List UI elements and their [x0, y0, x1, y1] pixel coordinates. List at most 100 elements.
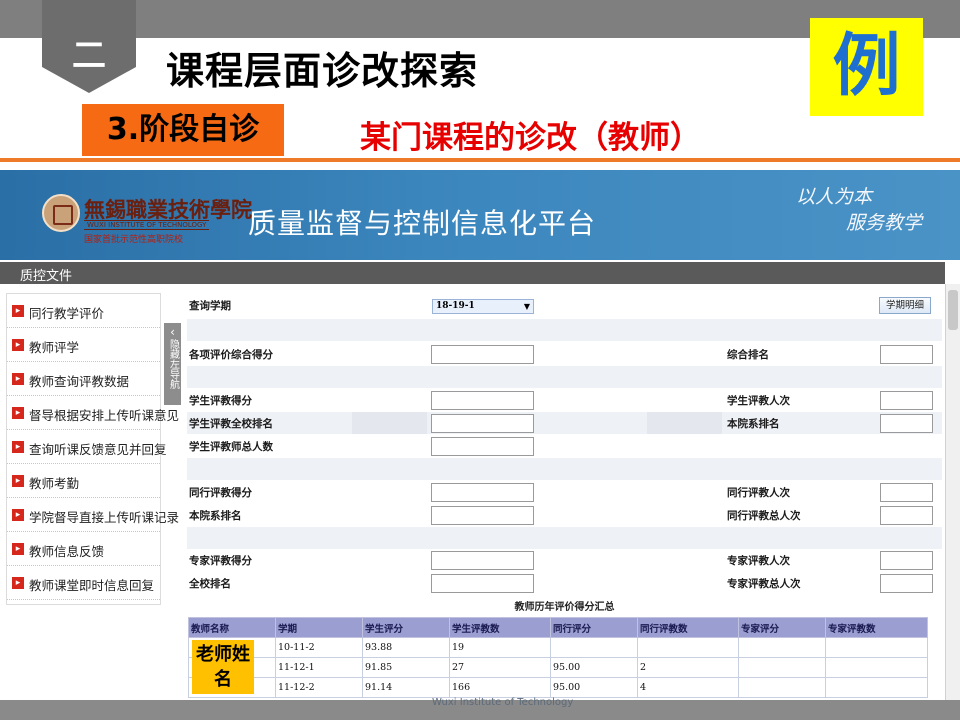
- arrow-icon: ▸: [12, 475, 24, 487]
- sidebar-item-feedback-reply[interactable]: ▸ 查询听课反馈意见并回复: [7, 430, 167, 464]
- spacer-row: [187, 527, 942, 549]
- student-score-field[interactable]: [431, 391, 534, 410]
- student-count-label: 学生评教人次: [727, 395, 790, 407]
- col-expert-count: 专家评教数: [825, 617, 928, 638]
- overall-score-field[interactable]: [431, 345, 534, 364]
- teacher-name-callout: 老师姓名: [192, 640, 254, 694]
- section-number: 二: [72, 36, 106, 76]
- col-expert-score: 专家评分: [738, 617, 826, 638]
- overall-rank-field[interactable]: [880, 345, 933, 364]
- col-peer-score: 同行评分: [550, 617, 638, 638]
- cell: 95.00: [550, 677, 638, 698]
- site-banner: 無錫職業技術學院 WUXI INSTITUTE OF TECHNOLOGY 国家…: [0, 170, 960, 260]
- col-teacher-name: 教师名称: [188, 617, 276, 638]
- arrow-icon: ▸: [12, 441, 24, 453]
- sidebar-item-info-feedback[interactable]: ▸ 教师信息反馈: [7, 532, 160, 566]
- peer-total-label: 同行评教总人次: [727, 510, 801, 522]
- expert-rank-row: 全校排名 专家评教总人次: [187, 572, 942, 594]
- cell: 91.14: [362, 677, 450, 698]
- overall-rank-label: 综合排名: [727, 349, 769, 361]
- arrow-icon: ▸: [12, 373, 24, 385]
- cell: [738, 657, 826, 678]
- arrow-icon: ▸: [12, 543, 24, 555]
- spacer-row: [187, 366, 942, 388]
- cell: 27: [449, 657, 551, 678]
- cell: 4: [637, 677, 739, 698]
- col-peer-count: 同行评教数: [637, 617, 739, 638]
- cell: 95.00: [550, 657, 638, 678]
- dept-rank-field[interactable]: [880, 414, 933, 433]
- table-row: 10-11-2 93.88 19: [188, 637, 928, 658]
- motto: 以人为本 服务教学: [796, 184, 922, 236]
- student-score-row: 学生评教得分 学生评教人次: [187, 389, 942, 411]
- student-school-rank-label: 学生评教全校排名: [189, 418, 273, 430]
- sidebar-item-attendance[interactable]: ▸ 教师考勤: [7, 464, 160, 498]
- history-title: 教师历年评价得分汇总: [514, 602, 615, 613]
- expert-score-label: 专家评教得分: [189, 555, 252, 567]
- arrow-icon: ▸: [12, 577, 24, 589]
- sidebar-item-supervisor-upload[interactable]: ▸ 督导根据安排上传听课意见: [7, 396, 179, 430]
- spacer-row: [187, 458, 942, 480]
- sidebar-item-teacher-eval-students[interactable]: ▸ 教师评学: [7, 328, 160, 362]
- student-score-label: 学生评教得分: [189, 395, 252, 407]
- peer-rank-row: 本院系排名 同行评教总人次: [187, 504, 942, 526]
- peer-score-field[interactable]: [431, 483, 534, 502]
- history-table: 教师名称 学期 学生评分 学生评教数 同行评分 同行评教数 专家评分 专家评教数…: [188, 617, 928, 698]
- cell: [825, 677, 928, 698]
- cell: 91.85: [362, 657, 450, 678]
- overall-score-label: 各项评价综合得分: [189, 349, 273, 361]
- peer-score-label: 同行评教得分: [189, 487, 252, 499]
- semester-detail-button[interactable]: 学期明细: [879, 297, 931, 314]
- spacer-row: [187, 319, 942, 341]
- student-count-field[interactable]: [880, 391, 933, 410]
- expert-score-row: 专家评教得分 专家评教人次: [187, 549, 942, 571]
- divider-line: [0, 158, 960, 162]
- cell: [825, 657, 928, 678]
- sidebar-item-direct-upload[interactable]: ▸ 学院督导直接上传听课记录: [7, 498, 179, 532]
- school-logo-icon: [42, 194, 80, 232]
- collapse-sidebar-label: 隐藏左导航: [167, 339, 179, 389]
- col-student-score: 学生评分: [362, 617, 450, 638]
- sidebar-item-instant-reply[interactable]: ▸ 教师课堂即时信息回复: [7, 566, 160, 600]
- motto-line-2: 服务教学: [846, 212, 923, 234]
- school-name-en: WUXI INSTITUTE OF TECHNOLOGY: [84, 220, 210, 230]
- cell: 19: [449, 637, 551, 658]
- expert-total-label: 专家评教总人次: [727, 578, 801, 590]
- student-school-rank-field[interactable]: [431, 414, 534, 433]
- expert-count-field[interactable]: [880, 551, 933, 570]
- expert-score-field[interactable]: [431, 551, 534, 570]
- motto-line-1: 以人为本: [796, 186, 873, 208]
- expert-school-rank-field[interactable]: [431, 574, 534, 593]
- cell: [550, 637, 638, 658]
- expert-count-label: 专家评教人次: [727, 555, 790, 567]
- student-total-row: 学生评教师总人数: [187, 435, 942, 457]
- student-total-field[interactable]: [431, 437, 534, 456]
- table-row: 11-12-2 91.14 166 95.00 4: [188, 677, 928, 698]
- table-row: 11-12-1 91.85 27 95.00 2: [188, 657, 928, 678]
- chevron-left-icon: ‹: [170, 325, 175, 339]
- sidebar-item-peer-eval[interactable]: ▸ 同行教学评价: [7, 294, 160, 328]
- cell: 93.88: [362, 637, 450, 658]
- vertical-scrollbar[interactable]: [945, 284, 960, 700]
- col-semester: 学期: [275, 617, 363, 638]
- semester-label: 查询学期: [189, 300, 231, 312]
- semester-row: 查询学期 18-19-1 ▼ 学期明细: [187, 294, 942, 316]
- sidebar-menu: ▸ 同行教学评价 ▸ 教师评学 ▸ 教师查询评教数据 ▸ 督导根据安排上传听课意见 ▸ 查…: [6, 293, 179, 605]
- peer-dept-rank-field[interactable]: [431, 506, 534, 525]
- school-tag: 国家首批示范性高职院校: [84, 235, 184, 245]
- collapse-sidebar-tab[interactable]: ‹ 隐藏左导航: [164, 323, 181, 405]
- web-screenshot: 無錫職業技術學院 WUXI INSTITUTE OF TECHNOLOGY 国家…: [0, 170, 960, 700]
- grid-cell: [352, 412, 427, 434]
- semester-select[interactable]: 18-19-1 ▼: [432, 299, 534, 314]
- student-total-label: 学生评教师总人数: [189, 441, 273, 453]
- overall-row: 各项评价综合得分 综合排名: [187, 343, 942, 365]
- cell: 11-12-2: [275, 677, 363, 698]
- grid-cell: [647, 412, 722, 434]
- stage-label: 3.阶段自诊: [82, 104, 284, 156]
- nav-section-link[interactable]: 质控文件: [20, 265, 72, 284]
- peer-total-field[interactable]: [880, 506, 933, 525]
- peer-count-field[interactable]: [880, 483, 933, 502]
- sidebar-item-query-eval-data[interactable]: ▸ 教师查询评教数据: [7, 362, 160, 396]
- expert-total-field[interactable]: [880, 574, 933, 593]
- cell: 2: [637, 657, 739, 678]
